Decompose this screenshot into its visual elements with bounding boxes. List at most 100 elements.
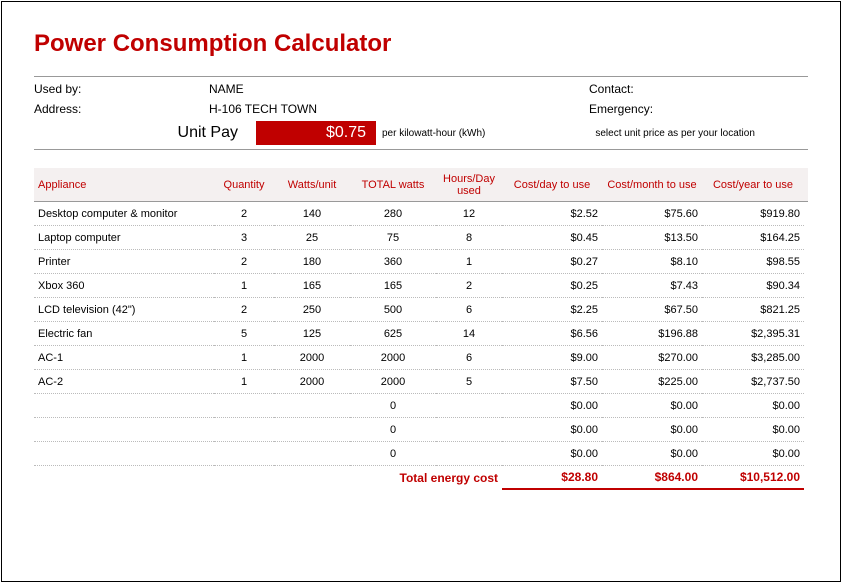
total-watts-cell: 2000 [350,370,436,394]
hours-day-cell[interactable]: 1 [436,250,502,274]
cost-year-cell: $0.00 [702,418,804,442]
appliance-cell[interactable]: AC-2 [34,370,214,394]
total-watts-cell: 2000 [350,346,436,370]
appliance-cell[interactable]: Laptop computer [34,226,214,250]
hours-day-cell[interactable] [436,418,502,442]
hours-day-cell[interactable]: 5 [436,370,502,394]
table-row: Xbox 36011651652$0.25$7.43$90.34 [34,274,808,298]
unit-pay-row: Unit Pay $0.75 per kilowatt-hour (kWh) s… [34,119,808,147]
appliance-cell[interactable] [34,442,214,466]
quantity-cell[interactable]: 1 [214,346,274,370]
watts-unit-cell[interactable]: 25 [274,226,350,250]
quantity-cell[interactable]: 1 [214,370,274,394]
appliance-cell[interactable]: Printer [34,250,214,274]
hours-day-cell[interactable]: 6 [436,346,502,370]
quantity-cell[interactable]: 5 [214,322,274,346]
total-watts-cell: 280 [350,202,436,226]
cost-day-cell: $7.50 [502,370,602,394]
quantity-cell[interactable]: 2 [214,298,274,322]
cost-day-cell: $0.45 [502,226,602,250]
watts-unit-cell[interactable]: 2000 [274,370,350,394]
table-row: LCD television (42")22505006$2.25$67.50$… [34,298,808,322]
cost-day-cell: $0.00 [502,418,602,442]
quantity-cell[interactable] [214,442,274,466]
info-block: Used by: NAME Contact: Address: H-106 TE… [34,76,808,150]
cost-year-cell: $90.34 [702,274,804,298]
quantity-cell[interactable]: 1 [214,274,274,298]
total-cost-month: $864.00 [602,466,702,490]
cost-day-cell: $2.25 [502,298,602,322]
table-row: AC-21200020005$7.50$225.00$2,737.50 [34,370,808,394]
col-header-cost-day: Cost/day to use [502,177,602,193]
table-row: 0$0.00$0.00$0.00 [34,418,808,442]
watts-unit-cell[interactable]: 140 [274,202,350,226]
watts-unit-cell[interactable]: 250 [274,298,350,322]
quantity-cell[interactable] [214,394,274,418]
watts-unit-cell[interactable]: 165 [274,274,350,298]
appliance-cell[interactable]: Electric fan [34,322,214,346]
appliance-cell[interactable]: Xbox 360 [34,274,214,298]
cost-year-cell: $821.25 [702,298,804,322]
hours-day-cell[interactable] [436,442,502,466]
total-watts-cell: 360 [350,250,436,274]
unit-pay-note: per kilowatt-hour (kWh) [376,128,485,139]
table-row: Laptop computer325758$0.45$13.50$164.25 [34,226,808,250]
cost-month-cell: $0.00 [602,442,702,466]
col-header-watts-unit: Watts/unit [274,177,350,193]
total-cost-day: $28.80 [502,466,602,490]
total-cost-year: $10,512.00 [702,466,804,490]
cost-year-cell: $0.00 [702,442,804,466]
used-by-value[interactable]: NAME [209,82,589,96]
hours-day-cell[interactable]: 6 [436,298,502,322]
cost-day-cell: $2.52 [502,202,602,226]
table-row: Printer21803601$0.27$8.10$98.55 [34,250,808,274]
cost-month-cell: $225.00 [602,370,702,394]
cost-month-cell: $75.60 [602,202,702,226]
watts-unit-cell[interactable]: 180 [274,250,350,274]
appliance-cell[interactable] [34,394,214,418]
quantity-cell[interactable]: 2 [214,250,274,274]
appliance-cell[interactable]: AC-1 [34,346,214,370]
cost-month-cell: $8.10 [602,250,702,274]
total-label: Total energy cost [436,466,502,490]
table-row: AC-11200020006$9.00$270.00$3,285.00 [34,346,808,370]
watts-unit-cell[interactable] [274,394,350,418]
table-row: 0$0.00$0.00$0.00 [34,394,808,418]
watts-unit-cell[interactable]: 125 [274,322,350,346]
cost-year-cell: $164.25 [702,226,804,250]
used-by-label: Used by: [34,82,209,96]
unit-pay-label: Unit Pay [34,124,256,142]
address-value[interactable]: H-106 TECH TOWN [209,102,589,116]
hours-day-cell[interactable]: 14 [436,322,502,346]
cost-month-cell: $67.50 [602,298,702,322]
table-header-row: Appliance Quantity Watts/unit TOTAL watt… [34,168,808,202]
unit-pay-input[interactable]: $0.75 [256,121,376,145]
table-row: 0$0.00$0.00$0.00 [34,442,808,466]
cost-month-cell: $13.50 [602,226,702,250]
hours-day-cell[interactable]: 12 [436,202,502,226]
appliance-cell[interactable]: Desktop computer & monitor [34,202,214,226]
document-frame: Power Consumption Calculator Used by: NA… [1,1,841,582]
total-watts-cell: 0 [350,394,436,418]
cost-day-cell: $0.27 [502,250,602,274]
total-watts-cell: 500 [350,298,436,322]
appliance-cell[interactable] [34,418,214,442]
cost-day-cell: $6.56 [502,322,602,346]
watts-unit-cell[interactable] [274,418,350,442]
col-header-appliance: Appliance [34,177,214,193]
total-watts-cell: 165 [350,274,436,298]
cost-month-cell: $7.43 [602,274,702,298]
hours-day-cell[interactable]: 2 [436,274,502,298]
hours-day-cell[interactable]: 8 [436,226,502,250]
total-row: Total energy cost $28.80 $864.00 $10,512… [34,466,808,490]
total-watts-cell: 625 [350,322,436,346]
quantity-cell[interactable] [214,418,274,442]
watts-unit-cell[interactable]: 2000 [274,346,350,370]
quantity-cell[interactable]: 2 [214,202,274,226]
watts-unit-cell[interactable] [274,442,350,466]
appliance-cell[interactable]: LCD television (42") [34,298,214,322]
cost-month-cell: $0.00 [602,394,702,418]
quantity-cell[interactable]: 3 [214,226,274,250]
cost-year-cell: $3,285.00 [702,346,804,370]
hours-day-cell[interactable] [436,394,502,418]
